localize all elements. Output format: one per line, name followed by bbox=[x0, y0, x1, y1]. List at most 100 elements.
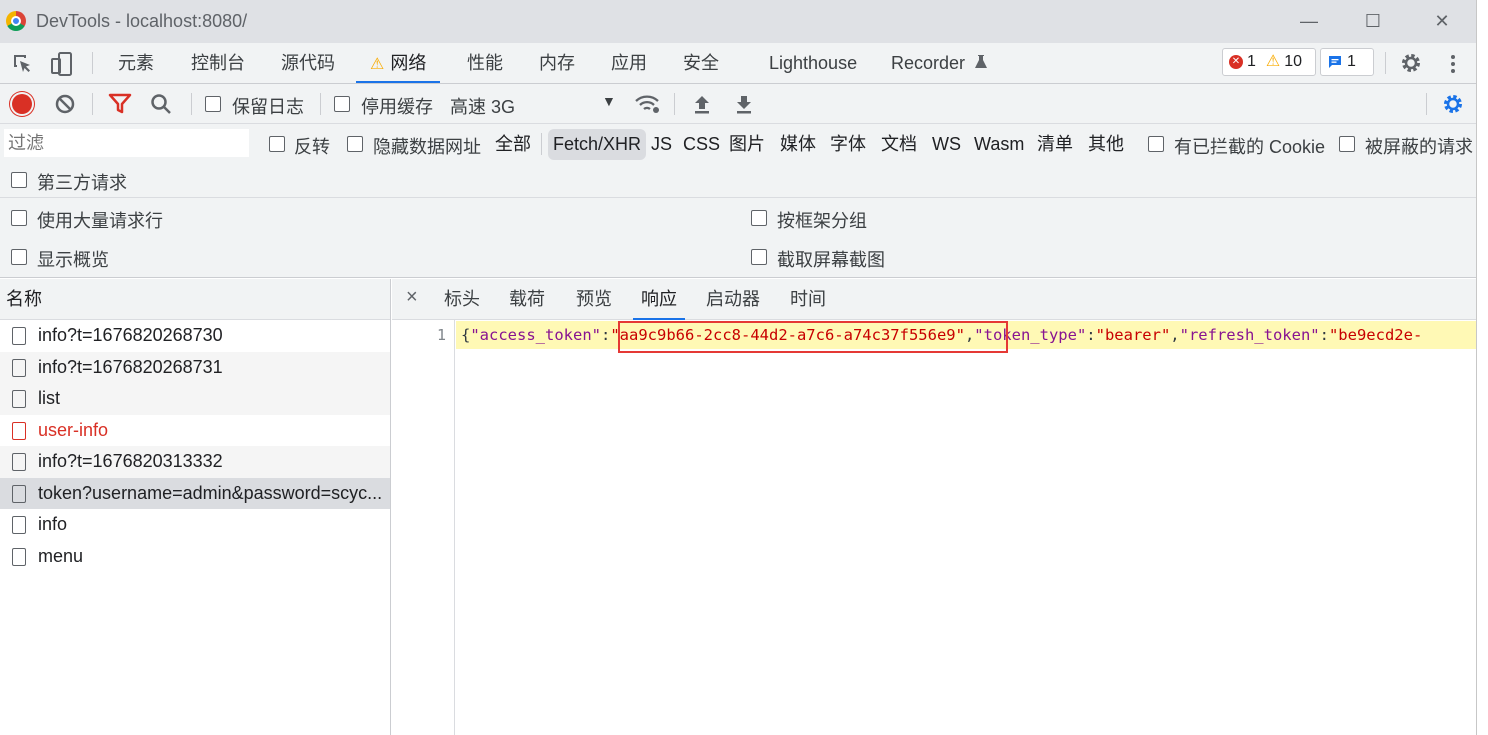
preserve-log-label: 保留日志 bbox=[232, 97, 304, 117]
line-number: 1 bbox=[436, 326, 446, 344]
warning-icon: ⚠ bbox=[370, 56, 385, 73]
preserve-log-checkbox[interactable] bbox=[205, 96, 221, 112]
tab-application[interactable]: 应用 bbox=[611, 43, 647, 83]
tab-timing[interactable]: 时间 bbox=[790, 279, 826, 319]
import-har-icon[interactable] bbox=[692, 93, 712, 115]
third-party-checkbox[interactable] bbox=[11, 172, 27, 188]
blocked-requests-label: 被屏蔽的请求 bbox=[1365, 137, 1473, 157]
tab-elements[interactable]: 元素 bbox=[118, 43, 154, 83]
filter-type-ws[interactable]: WS bbox=[927, 129, 966, 160]
tab-response[interactable]: 响应 bbox=[633, 279, 685, 320]
hide-data-urls-checkbox[interactable] bbox=[347, 136, 363, 152]
overview-label: 显示概览 bbox=[37, 250, 109, 270]
filter-type-media[interactable]: 媒体 bbox=[775, 129, 821, 160]
tab-payload[interactable]: 载荷 bbox=[509, 279, 545, 319]
filter-type-font[interactable]: 字体 bbox=[825, 129, 871, 160]
list-item[interactable]: user-info bbox=[0, 415, 390, 447]
refresh-token-key: "refresh_token" bbox=[1179, 326, 1320, 344]
more-options-icon[interactable] bbox=[1445, 52, 1461, 76]
filter-type-doc[interactable]: 文档 bbox=[876, 129, 922, 160]
filter-type-wasm[interactable]: Wasm bbox=[969, 129, 1029, 160]
list-item[interactable]: menu bbox=[0, 541, 390, 573]
list-item[interactable]: info bbox=[0, 509, 390, 541]
list-item[interactable]: info?t=1676820268730 bbox=[0, 320, 390, 352]
tab-sources[interactable]: 源代码 bbox=[281, 43, 335, 83]
refresh-token-value: "be9ecd2e- bbox=[1328, 326, 1423, 344]
network-settings-icon[interactable] bbox=[1441, 92, 1465, 116]
list-item[interactable]: info?t=1676820313332 bbox=[0, 446, 390, 478]
blocked-cookies-checkbox[interactable] bbox=[1148, 136, 1164, 152]
list-item[interactable]: list bbox=[0, 383, 390, 415]
settings-gear-icon[interactable] bbox=[1399, 51, 1423, 75]
overview-checkbox[interactable] bbox=[11, 249, 27, 265]
large-rows-label: 使用大量请求行 bbox=[37, 211, 163, 231]
divider bbox=[674, 93, 675, 115]
clear-icon[interactable] bbox=[54, 93, 76, 115]
filter-type-manifest[interactable]: 清单 bbox=[1032, 129, 1078, 160]
document-icon bbox=[12, 547, 26, 566]
tab-lighthouse[interactable]: Lighthouse bbox=[769, 43, 857, 83]
network-conditions-icon[interactable] bbox=[634, 92, 662, 116]
message-count: 1 bbox=[1347, 53, 1356, 70]
issues-badge[interactable]: ✕ 1 ⚠ 10 bbox=[1222, 48, 1316, 76]
request-name: info?t=1676820268730 bbox=[38, 325, 223, 345]
export-har-icon[interactable] bbox=[734, 93, 754, 115]
invert-checkbox[interactable] bbox=[269, 136, 285, 152]
list-item[interactable]: info?t=1676820268731 bbox=[0, 351, 390, 383]
disable-cache-checkbox[interactable] bbox=[334, 96, 350, 112]
filter-type-other[interactable]: 其他 bbox=[1083, 129, 1129, 160]
filter-icon[interactable] bbox=[108, 93, 132, 115]
tab-headers[interactable]: 标头 bbox=[444, 279, 480, 319]
filter-type-css[interactable]: CSS bbox=[678, 129, 725, 160]
warning-count-icon: ⚠ bbox=[1265, 53, 1281, 70]
chevron-down-icon[interactable]: ▼ bbox=[602, 93, 616, 109]
tab-network[interactable]: ⚠ 网络 bbox=[355, 43, 441, 83]
name-column-header[interactable]: 名称 bbox=[0, 279, 390, 320]
tab-security[interactable]: 安全 bbox=[683, 43, 719, 83]
disable-cache-label: 停用缓存 bbox=[361, 97, 433, 117]
throttling-select[interactable]: 高速 3G bbox=[450, 93, 515, 119]
flask-icon bbox=[975, 55, 988, 68]
error-icon: ✕ bbox=[1229, 55, 1243, 69]
divider bbox=[191, 93, 192, 115]
blocked-requests-checkbox[interactable] bbox=[1339, 136, 1355, 152]
request-name: user-info bbox=[38, 419, 109, 440]
filter-type-fetch-xhr[interactable]: Fetch/XHR bbox=[548, 129, 647, 160]
filter-input[interactable] bbox=[4, 129, 249, 157]
list-item[interactable]: token?username=admin&password=scyc... bbox=[0, 477, 390, 509]
filter-type-all[interactable]: 全部 bbox=[490, 129, 536, 160]
divider bbox=[92, 93, 93, 115]
large-rows-checkbox[interactable] bbox=[11, 210, 27, 226]
line-number-gutter: 1 bbox=[392, 320, 455, 735]
window-title-bar: DevTools - localhost:8080/ — ☐ ✕ bbox=[0, 0, 1476, 43]
device-toolbar-icon[interactable] bbox=[50, 51, 74, 77]
close-window-button[interactable]: ✕ bbox=[1427, 6, 1457, 36]
messages-badge[interactable]: 1 bbox=[1320, 48, 1374, 76]
group-by-frame-checkbox[interactable] bbox=[751, 210, 767, 226]
highlight-box bbox=[618, 321, 1008, 353]
divider bbox=[92, 52, 93, 74]
document-icon bbox=[12, 358, 26, 377]
inspect-element-icon[interactable] bbox=[11, 52, 35, 76]
filter-type-js[interactable]: JS bbox=[646, 129, 677, 160]
minimize-button[interactable]: — bbox=[1294, 6, 1324, 36]
divider bbox=[320, 93, 321, 115]
close-detail-icon[interactable]: × bbox=[406, 286, 418, 309]
tab-preview[interactable]: 预览 bbox=[576, 279, 612, 319]
tab-memory[interactable]: 内存 bbox=[539, 43, 575, 83]
tab-console[interactable]: 控制台 bbox=[191, 43, 245, 83]
record-button[interactable] bbox=[12, 94, 32, 114]
window-title: DevTools - localhost:8080/ bbox=[36, 11, 248, 31]
request-name: menu bbox=[38, 545, 84, 566]
filter-type-img[interactable]: 图片 bbox=[724, 129, 770, 160]
maximize-button[interactable]: ☐ bbox=[1358, 6, 1388, 36]
network-toolbar: 保留日志 停用缓存 高速 3G ▼ bbox=[0, 84, 1476, 124]
document-icon bbox=[12, 453, 26, 471]
screenshots-checkbox[interactable] bbox=[751, 249, 767, 265]
tab-recorder[interactable]: Recorder bbox=[891, 43, 988, 83]
tab-initiator[interactable]: 启动器 bbox=[706, 279, 760, 319]
tab-performance[interactable]: 性能 bbox=[467, 43, 503, 83]
divider bbox=[541, 133, 542, 155]
search-icon[interactable] bbox=[150, 93, 172, 115]
colon-token: : bbox=[1086, 326, 1096, 344]
